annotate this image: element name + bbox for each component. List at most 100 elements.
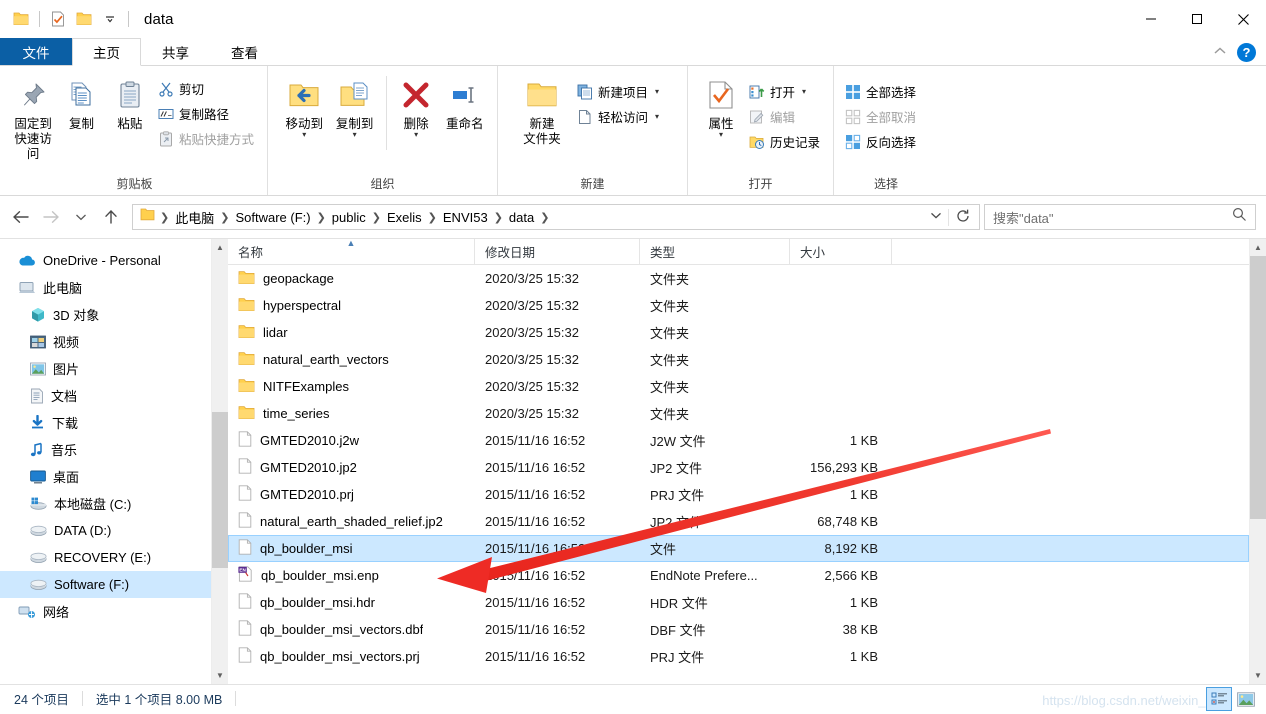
sidebar-item-this-pc[interactable]: 此电脑 <box>0 274 228 301</box>
search-input[interactable]: 搜索"data" <box>993 208 1232 227</box>
table-row[interactable]: geopackage 2020/3/25 15:32 文件夹 <box>228 265 1249 292</box>
breadcrumb-item-public[interactable]: public <box>328 208 370 227</box>
recent-locations-button[interactable] <box>66 202 96 232</box>
select-none-button[interactable]: 全部取消 <box>842 105 921 128</box>
file-name-cell[interactable]: time_series <box>228 405 475 423</box>
file-name-cell[interactable]: GMTED2010.j2w <box>228 431 475 450</box>
scroll-up-arrow[interactable]: ▲ <box>212 239 229 256</box>
table-row[interactable]: GMTED2010.j2w 2015/11/16 16:52 J2W 文件 1 KB <box>228 427 1249 454</box>
scroll-thumb[interactable] <box>1249 256 1266 520</box>
refresh-button[interactable] <box>948 208 977 226</box>
table-row[interactable]: qb_boulder_msi 2015/11/16 16:52 文件 8,192 KB <box>228 535 1249 562</box>
search-icon[interactable] <box>1232 207 1247 227</box>
sidebar-scrollbar[interactable]: ▲ ▼ <box>211 239 228 684</box>
sidebar-item-pictures[interactable]: 图片 <box>0 355 228 382</box>
copy-to-button[interactable]: 复制到 ▾ <box>330 72 378 142</box>
breadcrumb-separator[interactable]: ❯ <box>426 211 439 224</box>
breadcrumb-separator[interactable]: ❯ <box>492 211 505 224</box>
breadcrumb-item-this-pc[interactable]: 此电脑 <box>171 206 218 229</box>
close-button[interactable] <box>1220 0 1266 38</box>
file-name-cell[interactable]: hyperspectral <box>228 297 475 315</box>
tab-file[interactable]: 文件 <box>0 38 72 65</box>
maximize-button[interactable] <box>1174 0 1220 38</box>
sidebar-item-network[interactable]: 网络 <box>0 598 228 625</box>
table-row[interactable]: NITFExamples 2020/3/25 15:32 文件夹 <box>228 373 1249 400</box>
breadcrumb-dropdown-icon[interactable] <box>924 211 948 223</box>
scroll-down-arrow[interactable]: ▼ <box>1250 667 1266 684</box>
breadcrumb-separator[interactable]: ❯ <box>158 211 171 224</box>
table-row[interactable]: qb_boulder_msi_vectors.prj 2015/11/16 16:… <box>228 643 1249 670</box>
file-name-cell[interactable]: GMTED2010.prj <box>228 485 475 504</box>
sidebar-item-recovery-e[interactable]: RECOVERY (E:) <box>0 544 228 571</box>
breadcrumb-item-data[interactable]: data <box>505 208 538 227</box>
edit-button[interactable]: 编辑 <box>746 105 825 128</box>
sidebar-item-music[interactable]: 音乐 <box>0 436 228 463</box>
chevron-down-icon[interactable]: ▾ <box>414 131 418 139</box>
column-header-date-modified[interactable]: 修改日期 <box>475 239 640 264</box>
file-name-cell[interactable]: GMTED2010.jp2 <box>228 458 475 477</box>
table-row[interactable]: GMTED2010.prj 2015/11/16 16:52 PRJ 文件 1 KB <box>228 481 1249 508</box>
breadcrumb-separator[interactable]: ❯ <box>218 211 231 224</box>
file-name-cell[interactable]: qb_boulder_msi_vectors.dbf <box>228 620 475 639</box>
tab-share[interactable]: 共享 <box>141 38 210 65</box>
paste-button[interactable]: 粘贴 <box>107 72 153 136</box>
minimize-button[interactable] <box>1128 0 1174 38</box>
move-to-button[interactable]: 移动到 ▾ <box>280 72 328 142</box>
file-name-cell[interactable]: qb_boulder_msi <box>228 539 475 558</box>
back-button[interactable] <box>6 202 36 232</box>
sidebar-item-software-f[interactable]: Software (F:) <box>0 571 228 598</box>
new-folder-icon[interactable] <box>71 6 97 32</box>
file-name-cell[interactable]: qb_boulder_msi.hdr <box>228 593 475 612</box>
sidebar-item-documents[interactable]: 文档 <box>0 382 228 409</box>
file-name-cell[interactable]: qb_boulder_msi_vectors.prj <box>228 647 475 666</box>
chevron-down-icon[interactable]: ▾ <box>719 131 723 139</box>
sidebar-item-desktop[interactable]: 桌面 <box>0 463 228 490</box>
chevron-down-icon[interactable]: ▾ <box>655 87 659 96</box>
table-row[interactable]: qb_boulder_msi_vectors.dbf 2015/11/16 16:… <box>228 616 1249 643</box>
breadcrumb-separator[interactable]: ❯ <box>370 211 383 224</box>
column-header-filler[interactable] <box>892 239 1249 264</box>
file-name-cell[interactable]: EN qb_boulder_msi.enp <box>228 566 475 585</box>
table-row[interactable]: EN qb_boulder_msi.enp 2015/11/16 16:52 EndN… <box>228 562 1249 589</box>
chevron-down-icon[interactable]: ▾ <box>353 131 357 139</box>
column-header-type[interactable]: 类型 <box>640 239 790 264</box>
copy-button[interactable]: 复制 <box>58 72 104 136</box>
history-button[interactable]: 历史记录 <box>746 130 825 153</box>
breadcrumb-separator[interactable]: ❯ <box>315 211 328 224</box>
column-header-name[interactable]: ▲ 名称 <box>228 239 475 264</box>
column-header-size[interactable]: 大小 <box>790 239 892 264</box>
chevron-down-icon[interactable]: ▾ <box>802 87 806 96</box>
chevron-down-icon[interactable] <box>97 6 123 32</box>
properties-icon[interactable] <box>45 6 71 32</box>
file-name-cell[interactable]: natural_earth_shaded_relief.jp2 <box>228 512 475 531</box>
scroll-track[interactable] <box>211 256 228 667</box>
up-button[interactable] <box>96 202 126 232</box>
file-name-cell[interactable]: lidar <box>228 324 475 342</box>
breadcrumb[interactable]: ❯ 此电脑 ❯ Software (F:) ❯ public ❯ Exelis … <box>132 204 980 230</box>
sidebar-item-data-d[interactable]: DATA (D:) <box>0 517 228 544</box>
forward-button[interactable] <box>36 202 66 232</box>
folder-icon[interactable] <box>8 6 34 32</box>
scroll-up-arrow[interactable]: ▲ <box>1250 239 1266 256</box>
tab-home[interactable]: 主页 <box>72 38 141 66</box>
open-button[interactable]: 打开 ▾ <box>746 80 825 103</box>
sidebar-item-onedrive[interactable]: OneDrive - Personal <box>0 247 228 274</box>
scroll-track[interactable] <box>1249 256 1266 667</box>
sidebar-item-3d-objects[interactable]: 3D 对象 <box>0 301 228 328</box>
properties-button[interactable]: 属性 ▾ <box>698 72 744 142</box>
table-row[interactable]: lidar 2020/3/25 15:32 文件夹 <box>228 319 1249 346</box>
file-name-cell[interactable]: geopackage <box>228 270 475 288</box>
paste-shortcut-button[interactable]: 粘贴快捷方式 <box>155 127 259 150</box>
scroll-down-arrow[interactable]: ▼ <box>212 667 229 684</box>
help-button[interactable]: ? <box>1237 42 1256 62</box>
large-icons-view-button[interactable] <box>1234 688 1258 710</box>
breadcrumb-item-software-f[interactable]: Software (F:) <box>231 208 314 227</box>
easy-access-button[interactable]: 轻松访问 ▾ <box>574 105 664 128</box>
chevron-down-icon[interactable]: ▾ <box>302 131 306 139</box>
file-list-scrollbar[interactable]: ▲ ▼ <box>1249 239 1266 684</box>
new-item-button[interactable]: 新建项目 ▾ <box>574 80 664 103</box>
file-name-cell[interactable]: NITFExamples <box>228 378 475 396</box>
delete-button[interactable]: 删除 ▾ <box>394 72 439 142</box>
breadcrumb-item-envi53[interactable]: ENVI53 <box>439 208 492 227</box>
file-name-cell[interactable]: natural_earth_vectors <box>228 351 475 369</box>
